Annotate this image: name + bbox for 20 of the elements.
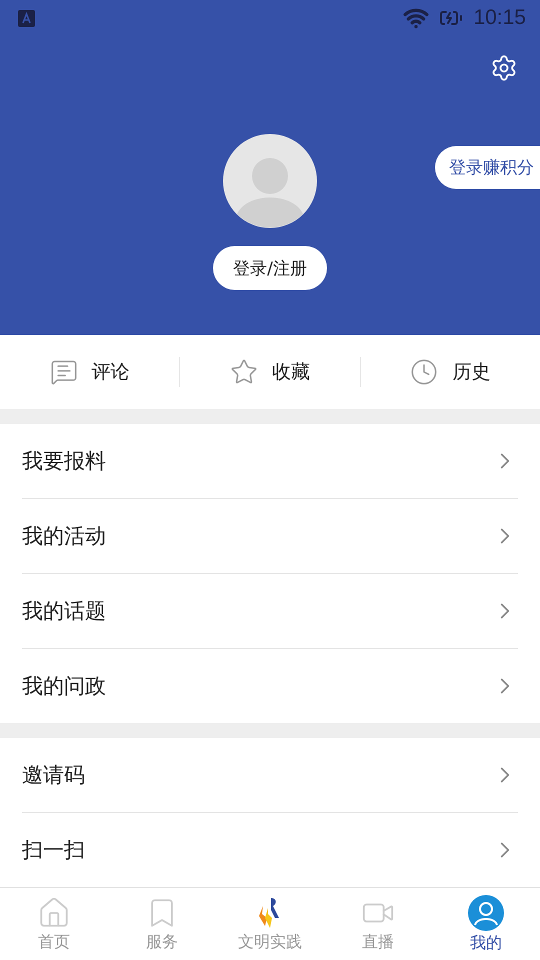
settings-icon[interactable] — [490, 54, 518, 82]
comment-icon — [50, 358, 78, 386]
star-icon — [230, 358, 258, 386]
shortcut-button[interactable]: 历史 — [360, 356, 540, 387]
shortcut-button[interactable]: 评论 — [0, 356, 180, 387]
app-notification-icon — [18, 10, 35, 26]
status-time: 10:15 — [473, 6, 526, 30]
earn-points-button[interactable]: 登录赚积分 — [435, 146, 540, 189]
login-register-button[interactable]: 登录/注册 — [213, 246, 327, 290]
clock-icon — [410, 358, 438, 386]
menu-item[interactable]: 邀请码 — [22, 761, 85, 790]
tab[interactable]: 我的 — [432, 888, 540, 960]
menu-item[interactable]: 我要报料 — [22, 447, 106, 476]
menu-item[interactable]: 我的话题 — [22, 597, 106, 626]
user-icon — [468, 894, 504, 931]
avatar-icon[interactable] — [223, 134, 317, 228]
menu-item[interactable]: 扫一扫 — [22, 836, 85, 864]
menu-item[interactable]: 我的问政 — [22, 672, 106, 700]
menu-item[interactable]: 我的活动 — [22, 522, 106, 550]
shortcut-button[interactable]: 收藏 — [179, 356, 360, 387]
